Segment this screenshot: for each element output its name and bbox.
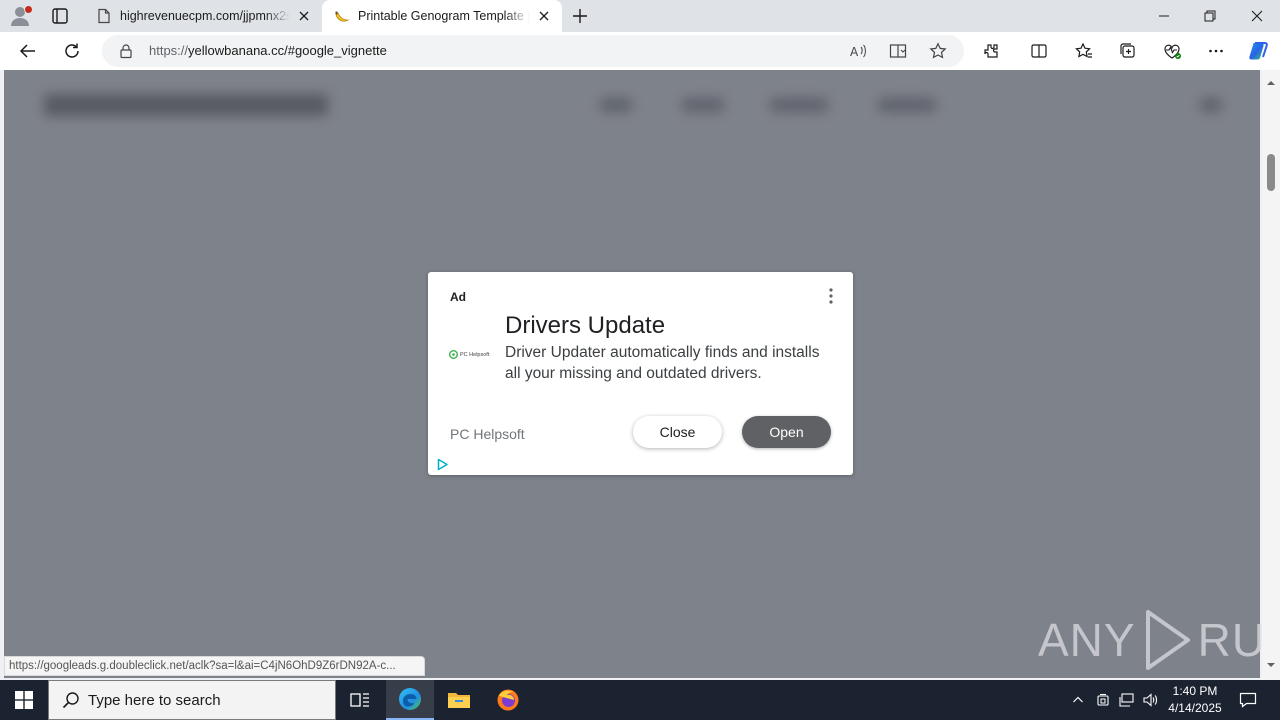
- close-tab-icon[interactable]: [296, 8, 312, 24]
- security-tray-icon[interactable]: [1093, 680, 1113, 720]
- notifications-icon[interactable]: [1234, 680, 1262, 720]
- extensions-icon[interactable]: [976, 36, 1006, 66]
- browser-toolbar: https://yellowbanana.cc/#google_vignette…: [0, 32, 1280, 70]
- pc-helpsoft-logo-icon: [449, 350, 458, 359]
- copilot-icon[interactable]: [1243, 36, 1273, 66]
- windows-taskbar: Type here to search 1:40 PM 4/14/2025: [0, 680, 1280, 720]
- advertiser-name[interactable]: PC Helpsoft: [450, 426, 525, 442]
- page-icon: [96, 8, 112, 24]
- volume-icon[interactable]: [1140, 680, 1162, 720]
- web-page-area: Ad PC Helpsoft Drivers Update Driver Upd…: [0, 70, 1280, 680]
- tab-title: highrevenuecpm.com/jjpmnx2sp: [120, 9, 290, 23]
- watermark-text-right: RUN: [1197, 614, 1262, 666]
- play-triangle-icon: [1145, 610, 1190, 670]
- adchoices-icon[interactable]: [436, 458, 449, 471]
- scroll-down-arrow-icon[interactable]: [1265, 658, 1277, 670]
- refresh-icon[interactable]: [57, 36, 87, 66]
- collections-icon[interactable]: [1113, 36, 1143, 66]
- split-screen-icon[interactable]: [1024, 36, 1054, 66]
- browser-essentials-icon[interactable]: [1157, 36, 1187, 66]
- profile-avatar-icon[interactable]: [8, 4, 34, 28]
- ad-open-button[interactable]: Open: [742, 416, 831, 448]
- link-status-url: https://googleads.g.doubleclick.net/aclk…: [4, 656, 425, 676]
- task-view-icon[interactable]: [336, 680, 384, 720]
- clock-time: 1:40 PM: [1172, 684, 1218, 698]
- ad-close-button[interactable]: Close: [633, 416, 722, 448]
- search-placeholder: Type here to search: [88, 691, 221, 709]
- notification-dot: [24, 5, 33, 14]
- firefox-icon[interactable]: [484, 680, 532, 720]
- search-icon: [62, 691, 80, 709]
- network-icon[interactable]: [1116, 680, 1138, 720]
- page-content: Ad PC Helpsoft Drivers Update Driver Upd…: [0, 70, 1262, 680]
- taskbar-search-box[interactable]: Type here to search: [48, 680, 336, 720]
- windows-start-icon[interactable]: [0, 680, 48, 720]
- file-explorer-icon[interactable]: [435, 680, 483, 720]
- minimize-icon[interactable]: [1141, 0, 1187, 32]
- close-tab-icon[interactable]: [536, 8, 552, 24]
- url-text[interactable]: https://yellowbanana.cc/#google_vignette: [149, 43, 387, 58]
- back-icon[interactable]: [13, 36, 43, 66]
- new-tab-icon[interactable]: [569, 5, 591, 27]
- scrollbar-thumb[interactable]: [1267, 154, 1275, 191]
- system-clock[interactable]: 1:40 PM 4/14/2025: [1160, 683, 1230, 717]
- favorite-star-icon[interactable]: [926, 39, 950, 63]
- advertiser-logo[interactable]: PC Helpsoft: [449, 350, 489, 359]
- restore-icon[interactable]: [1187, 0, 1233, 32]
- immersive-reader-icon[interactable]: [886, 39, 910, 63]
- clock-date: 4/14/2025: [1168, 701, 1222, 715]
- vignette-ad-dialog[interactable]: Ad PC Helpsoft Drivers Update Driver Upd…: [428, 272, 853, 475]
- tab-printable-genogram[interactable]: Printable Genogram Template | F: [322, 0, 562, 32]
- close-window-icon[interactable]: [1234, 0, 1280, 32]
- favorites-icon[interactable]: [1069, 36, 1099, 66]
- ad-body-text[interactable]: Driver Updater automatically finds and i…: [505, 342, 823, 384]
- watermark-text-left: ANY: [1038, 614, 1136, 666]
- svg-text:A: A: [850, 45, 859, 59]
- more-options-icon[interactable]: [1201, 36, 1231, 66]
- page-scrollbar[interactable]: [1262, 70, 1280, 680]
- tab-strip: highrevenuecpm.com/jjpmnx2sp Printable G…: [0, 0, 1280, 32]
- anyrun-watermark: ANY RUN: [1038, 608, 1262, 672]
- banana-icon: [334, 8, 350, 24]
- ad-menu-icon[interactable]: [824, 286, 838, 306]
- tab-actions-icon[interactable]: [46, 4, 74, 28]
- edge-taskbar-icon[interactable]: [386, 680, 434, 720]
- read-aloud-icon[interactable]: A: [846, 39, 870, 63]
- advertiser-logo-text: PC Helpsoft: [460, 351, 490, 358]
- ad-label: Ad: [450, 290, 466, 304]
- ad-headline[interactable]: Drivers Update: [505, 312, 665, 340]
- scroll-up-arrow-icon[interactable]: [1265, 76, 1277, 88]
- show-hidden-icons-chevron-icon[interactable]: [1068, 680, 1088, 720]
- tab-highrevenuecpm[interactable]: highrevenuecpm.com/jjpmnx2sp: [84, 0, 322, 32]
- lock-icon[interactable]: [118, 43, 134, 59]
- address-bar[interactable]: https://yellowbanana.cc/#google_vignette…: [102, 35, 964, 67]
- tab-title: Printable Genogram Template | F: [358, 9, 530, 23]
